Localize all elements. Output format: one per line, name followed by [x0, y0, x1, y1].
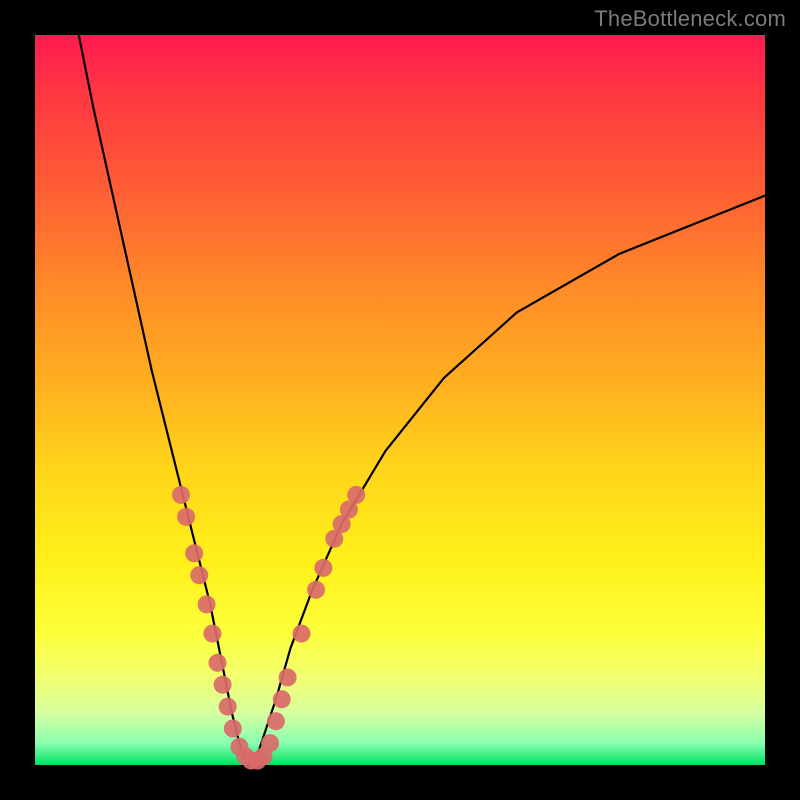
bottleneck-curve [79, 35, 765, 765]
chart-frame: TheBottleneck.com [0, 0, 800, 800]
data-marker [172, 486, 190, 504]
data-marker [209, 654, 227, 672]
data-marker [203, 625, 221, 643]
data-marker [185, 544, 203, 562]
data-marker [198, 595, 216, 613]
data-marker [307, 581, 325, 599]
data-marker [224, 720, 242, 738]
data-marker [190, 566, 208, 584]
data-marker [219, 698, 237, 716]
data-marker [267, 712, 285, 730]
data-marker [273, 690, 291, 708]
curve-layer [0, 0, 800, 800]
data-marker [292, 625, 310, 643]
data-marker [177, 508, 195, 526]
data-marker [314, 559, 332, 577]
watermark-text: TheBottleneck.com [594, 6, 786, 32]
data-marker [347, 486, 365, 504]
data-marker [279, 668, 297, 686]
data-marker [261, 734, 279, 752]
data-marker [214, 676, 232, 694]
